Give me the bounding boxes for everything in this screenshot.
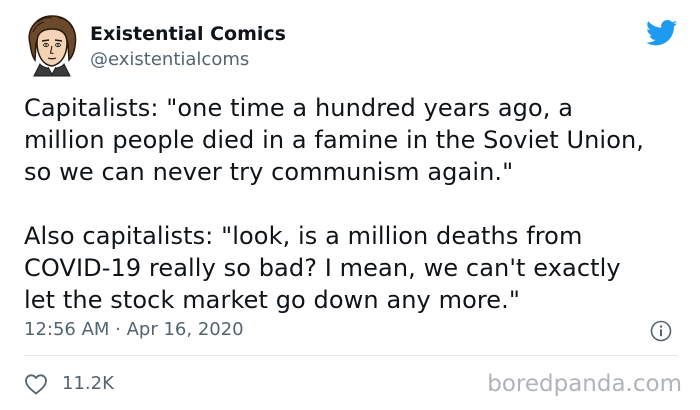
author-block[interactable]: Existential Comics @existentialcoms [90,22,286,72]
tweet-card: Existential Comics @existentialcoms Capi… [0,0,700,410]
twitter-bird-icon[interactable] [646,20,678,46]
avatar[interactable] [24,14,80,78]
tweet-text: Capitalists: "one time a hundred years a… [24,92,684,316]
author-display-name[interactable]: Existential Comics [90,22,286,46]
author-handle[interactable]: @existentialcoms [90,48,286,72]
info-icon[interactable] [650,320,672,342]
tweet-paragraph: Also capitalists: "look, is a million de… [24,222,621,314]
heart-icon [25,374,47,395]
tweet-timestamp[interactable]: 12:56 AM · Apr 16, 2020 [24,318,244,342]
like-button[interactable]: 11.2K [24,371,114,397]
tweet-paragraph: Capitalists: "one time a hundred years a… [24,94,645,186]
like-count: 11.2K [62,373,114,394]
watermark: boredpanda.com [487,371,682,397]
divider [24,355,678,356]
